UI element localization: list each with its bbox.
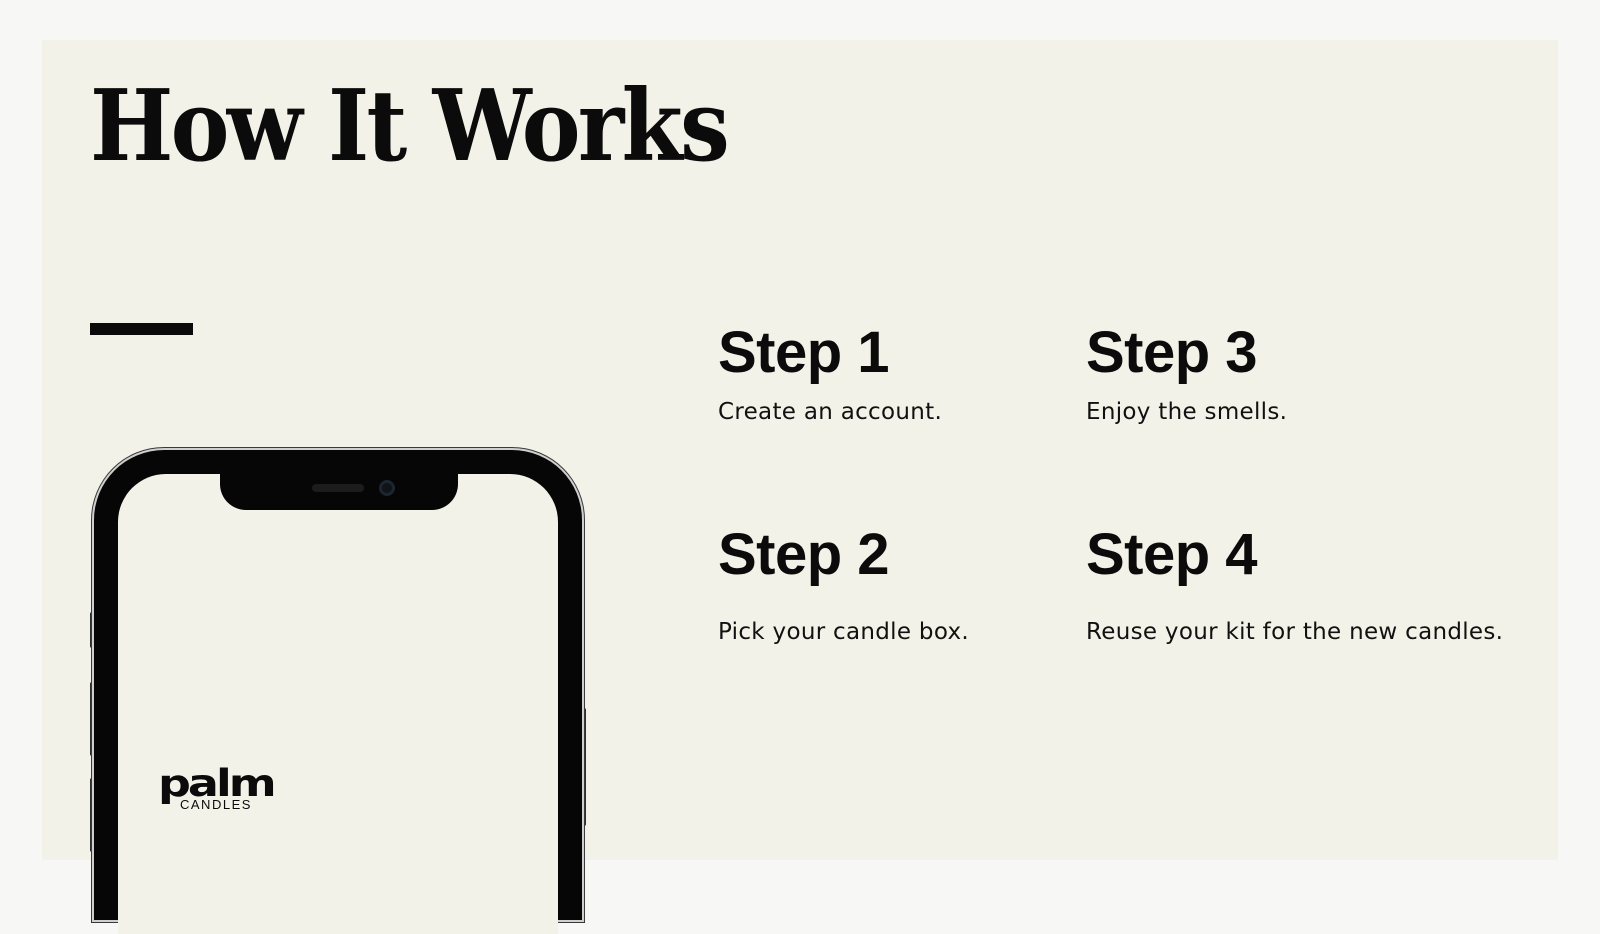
- palm-candles-logo: palm CANDLES: [158, 764, 328, 814]
- phone-camera-icon: [379, 480, 395, 496]
- step-2-text: Pick your candle box.: [718, 619, 970, 645]
- step-3-text: Enjoy the smells.: [1086, 399, 1288, 425]
- step-4-heading: Step 4: [1086, 522, 1258, 587]
- step-3-heading: Step 3: [1086, 320, 1258, 385]
- phone-mockup: [94, 450, 582, 934]
- step-4-text: Reuse your kit for the new candles.: [1086, 619, 1504, 645]
- phone-speaker: [312, 484, 364, 492]
- phone-screen: [118, 474, 558, 934]
- page-title: How It Works: [90, 69, 730, 184]
- logo-subtitle: CANDLES: [178, 797, 254, 812]
- step-1-heading: Step 1: [718, 320, 890, 385]
- step-2-heading: Step 2: [718, 522, 890, 587]
- step-1-text: Create an account.: [718, 399, 943, 425]
- accent-bar: [90, 323, 193, 335]
- phone-notch: [220, 450, 458, 510]
